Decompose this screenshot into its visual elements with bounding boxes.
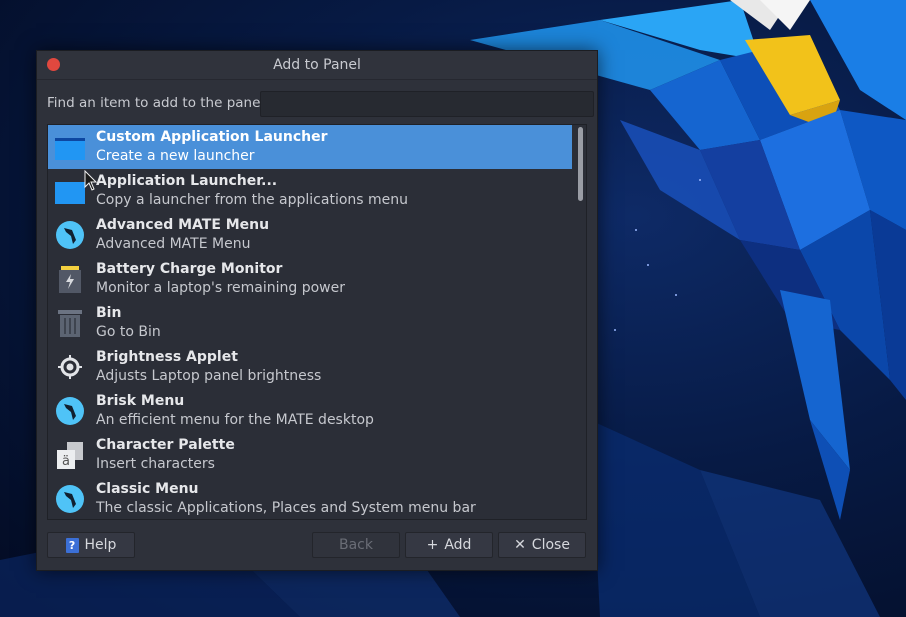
item-description: The classic Applications, Places and Sys…	[96, 500, 476, 516]
help-button-label: Help	[84, 537, 117, 553]
custom-launcher-icon	[55, 138, 85, 160]
item-name: Classic Menu	[96, 481, 199, 497]
close-button[interactable]: ✕ Close	[498, 532, 586, 558]
brightness-icon	[58, 355, 82, 379]
item-description: Insert characters	[96, 456, 215, 472]
kali-dragon-icon	[56, 397, 84, 425]
svg-text:ä: ä	[62, 454, 70, 469]
item-description: Go to Bin	[96, 324, 161, 340]
add-button-label: Add	[444, 537, 472, 553]
character-palette-icon: ä	[57, 442, 83, 469]
add-to-panel-dialog: Add to Panel Find an item to add to the …	[36, 50, 598, 571]
item-name: Application Launcher...	[96, 173, 278, 189]
kali-dragon-icon	[56, 221, 84, 249]
item-name: Battery Charge Monitor	[96, 261, 283, 277]
item-description: Adjusts Laptop panel brightness	[96, 368, 322, 384]
item-description: Copy a launcher from the applications me…	[96, 192, 409, 208]
list-item-character-palette[interactable]: ä Character Palette Insert characters	[48, 433, 572, 477]
list-item-bin[interactable]: Bin Go to Bin	[48, 301, 572, 345]
item-description: Advanced MATE Menu	[96, 236, 251, 252]
kali-dragon-icon	[56, 485, 84, 513]
trash-bin-icon	[58, 310, 82, 337]
list-item-custom-application-launcher[interactable]: Custom Application Launcher Create a new…	[48, 125, 572, 169]
item-description: Create a new launcher	[96, 148, 255, 164]
item-description: Monitor a laptop's remaining power	[96, 280, 345, 296]
list-item-advanced-mate-menu[interactable]: Advanced MATE Menu Advanced MATE Menu	[48, 213, 572, 257]
item-description: An efficient menu for the MATE desktop	[96, 412, 374, 428]
app-launcher-icon	[55, 182, 85, 204]
applet-list: Custom Application Launcher Create a new…	[47, 124, 587, 520]
add-button[interactable]: + Add	[405, 532, 493, 558]
item-name: Brightness Applet	[96, 349, 238, 365]
mouse-pointer-icon	[84, 170, 98, 191]
item-name: Advanced MATE Menu	[96, 217, 270, 233]
search-input[interactable]	[260, 91, 594, 117]
scrollbar-thumb[interactable]	[578, 127, 583, 201]
item-name: Custom Application Launcher	[96, 129, 328, 145]
item-name: Brisk Menu	[96, 393, 185, 409]
item-name: Character Palette	[96, 437, 235, 453]
list-item-brightness-applet[interactable]: Brightness Applet Adjusts Laptop panel b…	[48, 345, 572, 389]
item-name: Bin	[96, 305, 122, 321]
list-scrollbar[interactable]	[574, 125, 586, 519]
help-icon: ?	[65, 537, 79, 553]
back-button[interactable]: Back	[312, 532, 400, 558]
plus-icon: +	[426, 537, 439, 553]
list-item-classic-menu[interactable]: Classic Menu The classic Applications, P…	[48, 477, 572, 519]
close-button-label: Close	[531, 537, 570, 553]
find-label: Find an item to add to the panel:	[47, 95, 269, 111]
close-icon: ✕	[514, 537, 526, 553]
dialog-title: Add to Panel	[273, 57, 361, 73]
battery-icon	[59, 266, 81, 293]
title-bar[interactable]: Add to Panel	[37, 51, 597, 80]
list-item-battery-charge-monitor[interactable]: Battery Charge Monitor Monitor a laptop'…	[48, 257, 572, 301]
list-item-application-launcher[interactable]: Application Launcher... Copy a launcher …	[48, 169, 572, 213]
back-button-label: Back	[339, 537, 373, 553]
help-button[interactable]: ? Help	[47, 532, 135, 558]
list-item-brisk-menu[interactable]: Brisk Menu An efficient menu for the MAT…	[48, 389, 572, 433]
